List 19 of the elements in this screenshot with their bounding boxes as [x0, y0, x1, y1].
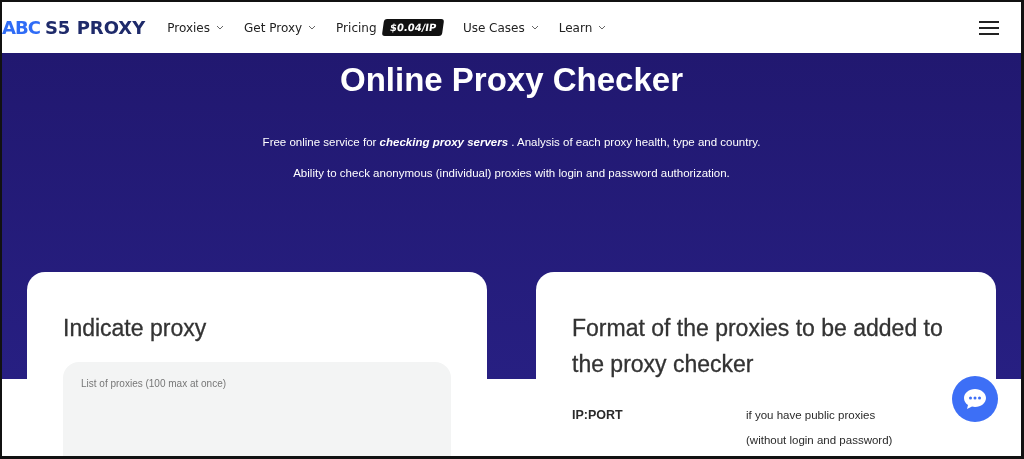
nav-link[interactable]: Use Cases	[462, 20, 539, 35]
menu-icon[interactable]	[979, 20, 999, 35]
site-logo[interactable]: ABC S5 PROXY	[2, 17, 146, 38]
format-label: IP:PORT	[572, 408, 624, 424]
page-title: Online Proxy Checker	[340, 61, 683, 99]
card-title: Format of the proxies to be added to the proxy checker	[572, 314, 944, 379]
hero-text: Free online service for checking proxy servers . Analysis of each proxy health, type and country.	[262, 136, 761, 148]
format-description: if you have public proxies (without login and password)	[746, 408, 894, 448]
nav-link[interactable]: Proxies	[167, 20, 224, 35]
proxy-list-field[interactable]: List of proxies (100 max at once)	[63, 362, 451, 456]
logo-text: S5 PROXY	[44, 17, 146, 38]
nav-link[interactable]: Get Proxy	[244, 20, 317, 35]
chat-bubble-icon	[963, 388, 987, 410]
nav-link[interactable]: Learn	[558, 20, 607, 35]
hero-text: Ability to check anonymous (individual) proxies with login and password authorization.	[293, 167, 730, 179]
nav-link[interactable]: Pricing $0.04/IP	[336, 19, 443, 36]
logo-mark: ABC	[2, 17, 40, 38]
card-title: Indicate proxy	[63, 314, 208, 343]
price-badge: $0.04/IP	[381, 19, 445, 36]
